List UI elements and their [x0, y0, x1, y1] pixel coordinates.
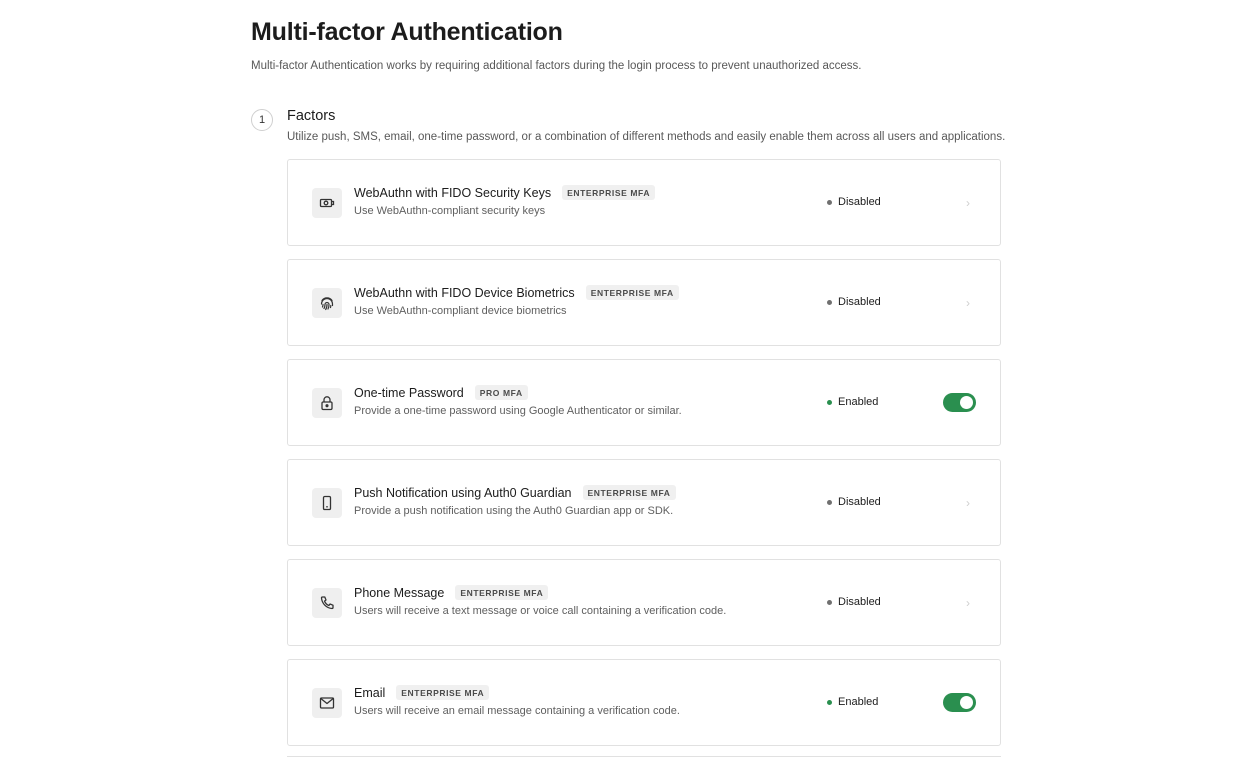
- mobile-phone-icon: [312, 488, 342, 518]
- factor-card-webauthn-biometrics[interactable]: WebAuthn with FIDO Device Biometrics ENT…: [287, 259, 1001, 346]
- factor-description: Users will receive a text message or voi…: [354, 605, 727, 617]
- status-dot: [827, 399, 832, 405]
- enable-toggle[interactable]: [943, 393, 976, 412]
- enable-toggle[interactable]: [943, 693, 976, 712]
- status-label: Disabled: [838, 196, 881, 208]
- factor-name: WebAuthn with FIDO Security Keys: [354, 185, 552, 200]
- factor-status: Disabled: [827, 596, 881, 608]
- factor-card-webauthn-security-keys[interactable]: WebAuthn with FIDO Security Keys ENTERPR…: [287, 159, 1001, 246]
- phone-icon: [312, 588, 342, 618]
- factor-status: Disabled: [827, 196, 881, 208]
- factor-title-row: Push Notification using Auth0 Guardian E…: [354, 485, 676, 500]
- chevron-right-icon[interactable]: ›: [966, 196, 970, 210]
- email-icon: [312, 688, 342, 718]
- plan-badge: ENTERPRISE MFA: [582, 485, 676, 500]
- status-label: Enabled: [838, 396, 879, 408]
- chevron-right-icon[interactable]: ›: [966, 296, 970, 310]
- factor-title-row: Email ENTERPRISE MFA: [354, 685, 490, 700]
- factor-card-phone-message[interactable]: Phone Message ENTERPRISE MFA Users will …: [287, 559, 1001, 646]
- factor-name: WebAuthn with FIDO Device Biometrics: [354, 285, 575, 300]
- toggle-knob: [960, 396, 973, 409]
- factor-title-row: One-time Password PRO MFA: [354, 385, 528, 400]
- page-description: Multi-factor Authentication works by req…: [251, 60, 862, 72]
- factor-description: Use WebAuthn-compliant security keys: [354, 205, 546, 217]
- chevron-right-icon[interactable]: ›: [966, 596, 970, 610]
- factor-list: WebAuthn with FIDO Security Keys ENTERPR…: [287, 159, 1001, 759]
- factor-name: One-time Password: [354, 385, 464, 400]
- factor-description: Use WebAuthn-compliant device biometrics: [354, 305, 567, 317]
- toggle-knob: [960, 696, 973, 709]
- plan-badge: ENTERPRISE MFA: [562, 185, 656, 200]
- page-title: Multi-factor Authentication: [251, 18, 563, 46]
- factor-description: Users will receive an email message cont…: [354, 705, 680, 717]
- factor-status: Enabled: [827, 696, 878, 708]
- status-dot: [827, 499, 832, 505]
- plan-badge: ENTERPRISE MFA: [585, 285, 679, 300]
- plan-badge: PRO MFA: [474, 385, 528, 400]
- step-number-badge: 1: [251, 109, 273, 131]
- factor-description: Provide a push notification using the Au…: [354, 505, 674, 517]
- factor-status: Enabled: [827, 396, 878, 408]
- factor-title-row: WebAuthn with FIDO Device Biometrics ENT…: [354, 285, 679, 300]
- factor-description: Provide a one-time password using Google…: [354, 405, 682, 417]
- lock-icon: [312, 388, 342, 418]
- factor-card-email[interactable]: Email ENTERPRISE MFA Users will receive …: [287, 659, 1001, 746]
- status-label: Enabled: [838, 696, 879, 708]
- factor-card-push-notification[interactable]: Push Notification using Auth0 Guardian E…: [287, 459, 1001, 546]
- status-dot: [827, 299, 832, 305]
- status-label: Disabled: [838, 496, 881, 508]
- section-title: Factors: [287, 108, 336, 124]
- factor-name: Phone Message: [354, 585, 445, 600]
- factor-title-row: WebAuthn with FIDO Security Keys ENTERPR…: [354, 185, 656, 200]
- status-dot: [827, 699, 832, 705]
- status-dot: [827, 599, 832, 605]
- factor-card-one-time-password[interactable]: One-time Password PRO MFA Provide a one-…: [287, 359, 1001, 446]
- plan-badge: ENTERPRISE MFA: [455, 585, 549, 600]
- chevron-right-icon[interactable]: ›: [966, 496, 970, 510]
- factor-status: Disabled: [827, 496, 881, 508]
- plan-badge: ENTERPRISE MFA: [396, 685, 490, 700]
- factor-name: Push Notification using Auth0 Guardian: [354, 485, 572, 500]
- section-description: Utilize push, SMS, email, one-time passw…: [287, 131, 1006, 143]
- status-label: Disabled: [838, 296, 881, 308]
- fingerprint-icon: [312, 288, 342, 318]
- status-label: Disabled: [838, 596, 881, 608]
- security-key-icon: [312, 188, 342, 218]
- status-dot: [827, 199, 832, 205]
- factor-title-row: Phone Message ENTERPRISE MFA: [354, 585, 549, 600]
- factor-name: Email: [354, 685, 386, 700]
- factor-status: Disabled: [827, 296, 881, 308]
